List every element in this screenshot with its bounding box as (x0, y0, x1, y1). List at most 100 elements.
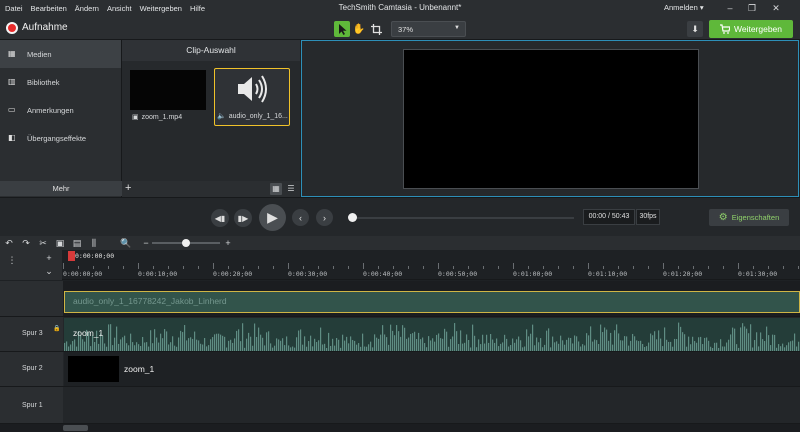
hand-tool-icon[interactable]: ✋ (351, 21, 367, 37)
waveform-bar (798, 341, 800, 351)
step-forward-icon[interactable]: ▮▶ (234, 209, 252, 227)
waveform-bar (792, 340, 794, 351)
timeline-ruler[interactable]: ⋮ + ⌄ 0:00:00;00 0:00:00;00 0:00:10;00 0:0… (0, 250, 800, 280)
waveform-bar (158, 342, 160, 351)
sidebar-item-annotations[interactable]: ▭ Anmerkungen (0, 96, 121, 124)
ruler-tick (783, 266, 784, 269)
scrollbar-thumb[interactable] (63, 425, 88, 431)
sidebar-item-library[interactable]: ▥ Bibliothek (0, 68, 121, 96)
ruler-tick-label: 0:00:20;00 (213, 270, 253, 278)
waveform-bar (756, 332, 758, 351)
record-icon[interactable] (6, 22, 18, 34)
zoom-dropdown[interactable]: 37% ▼ (391, 21, 466, 37)
waveform-bar (430, 340, 432, 351)
previous-clip-icon[interactable]: ‹ (292, 209, 309, 226)
waveform-bar (598, 344, 600, 351)
waveform-bar (660, 338, 662, 351)
zoom-out-icon[interactable]: − (140, 237, 152, 249)
preview-canvas[interactable] (403, 49, 699, 189)
select-tool-icon[interactable] (334, 21, 350, 37)
scrubber-track[interactable] (352, 217, 574, 219)
waveform-bar (558, 343, 560, 351)
waveform-bar (218, 333, 220, 351)
track-lane-spur1[interactable] (63, 387, 800, 424)
playhead-marker[interactable] (68, 251, 75, 261)
video-clip[interactable]: zoom_1 (64, 352, 800, 386)
menu-share[interactable]: Weitergeben (140, 4, 182, 13)
timeline-zoom-handle[interactable] (182, 239, 190, 247)
zoom-in-icon[interactable]: + (222, 237, 234, 249)
undo-icon[interactable]: ↶ (3, 237, 15, 249)
menu-file[interactable]: Datei (5, 4, 23, 13)
waveform-bar (774, 334, 776, 351)
add-track-icon[interactable]: + (43, 252, 55, 264)
waveform-bar (726, 342, 728, 351)
track-header-spur2[interactable]: Spur 2 (0, 352, 63, 387)
sidebar-item-transitions[interactable]: ◧ Übergangseffekte (0, 124, 121, 152)
audio-clip[interactable]: zoom_1 (64, 318, 800, 351)
magnet-icon[interactable]: ⋮ (6, 254, 18, 266)
copy-icon[interactable]: ▣ (54, 237, 66, 249)
menu-edit[interactable]: Bearbeiten (31, 4, 67, 13)
ruler-tick (408, 266, 409, 269)
zoom-search-icon[interactable]: 🔍 (120, 237, 132, 249)
clip-item-audio[interactable]: 🔈 audio_only_1_16... (214, 68, 290, 126)
paste-icon[interactable]: ▤ (71, 237, 83, 249)
menu-view[interactable]: Ansicht (107, 4, 132, 13)
waveform-bar (168, 344, 170, 351)
ruler-tick (543, 266, 544, 269)
crop-tool-icon[interactable] (368, 21, 384, 37)
lock-icon[interactable]: 🔒 (53, 325, 60, 332)
minimize-icon[interactable]: – (724, 2, 736, 14)
restore-icon[interactable]: ❐ (746, 2, 758, 14)
ruler-tick (153, 266, 154, 269)
preview-canvas-area[interactable] (301, 40, 799, 197)
more-button[interactable]: Mehr (0, 181, 122, 196)
waveform-bar (752, 347, 754, 351)
waveform-bar (156, 337, 158, 351)
add-media-icon[interactable]: + (125, 182, 131, 194)
waveform-bar (584, 345, 586, 351)
share-button[interactable]: Weitergeben (709, 20, 793, 38)
grid-view-icon[interactable]: ▦ (270, 183, 282, 195)
list-view-icon[interactable]: ☰ (285, 183, 297, 195)
chevron-down-icon[interactable]: ⌄ (43, 265, 55, 277)
ruler-tick (168, 266, 169, 269)
waveform-bar (362, 333, 364, 351)
ruler-tick (348, 266, 349, 269)
step-back-icon[interactable]: ◀▮ (211, 209, 229, 227)
waveform-bar (528, 336, 530, 351)
waveform-bar (150, 330, 152, 351)
waveform-bar (270, 343, 272, 351)
waveform-bar (332, 338, 334, 351)
menu-help[interactable]: Hilfe (190, 4, 205, 13)
playhead-time: 0:00:00;00 (75, 252, 115, 260)
record-button[interactable]: Aufnahme (22, 22, 68, 33)
waveform-bar (324, 343, 326, 351)
login-button[interactable]: Anmelden ▾ (664, 3, 704, 12)
waveform-bar (474, 335, 476, 351)
close-icon[interactable]: ✕ (770, 2, 782, 14)
split-icon[interactable]: ⫼ (88, 237, 100, 249)
clip-item-video[interactable]: ▣ zoom_1.mp4 (130, 70, 206, 126)
waveform-bar (478, 339, 480, 351)
ruler-tick (798, 266, 799, 269)
sidebar-item-media[interactable]: ▦ Medien (0, 40, 121, 68)
ruler-tick (498, 266, 499, 269)
menu-modify[interactable]: Ändern (75, 4, 99, 13)
timeline-scrollbar[interactable] (63, 424, 800, 432)
waveform-bar (448, 346, 450, 351)
dragged-clip[interactable]: audio_only_1_16778242_Jakob_Linherd (64, 291, 800, 313)
cut-icon[interactable]: ✂ (37, 237, 49, 249)
waveform-bar (702, 344, 704, 351)
scrubber-handle[interactable] (348, 213, 357, 222)
play-icon[interactable]: ▶ (259, 204, 286, 231)
next-clip-icon[interactable]: › (316, 209, 333, 226)
redo-icon[interactable]: ↷ (20, 237, 32, 249)
track-header-spur3[interactable]: Spur 3 🔒 (0, 317, 63, 352)
properties-button[interactable]: ⚙ Eigenschaften (709, 209, 789, 226)
download-icon[interactable]: ⬇ (687, 21, 703, 37)
track-header-spur1[interactable]: Spur 1 (0, 387, 63, 424)
waveform-bar (98, 343, 100, 351)
waveform-bar (130, 333, 132, 351)
